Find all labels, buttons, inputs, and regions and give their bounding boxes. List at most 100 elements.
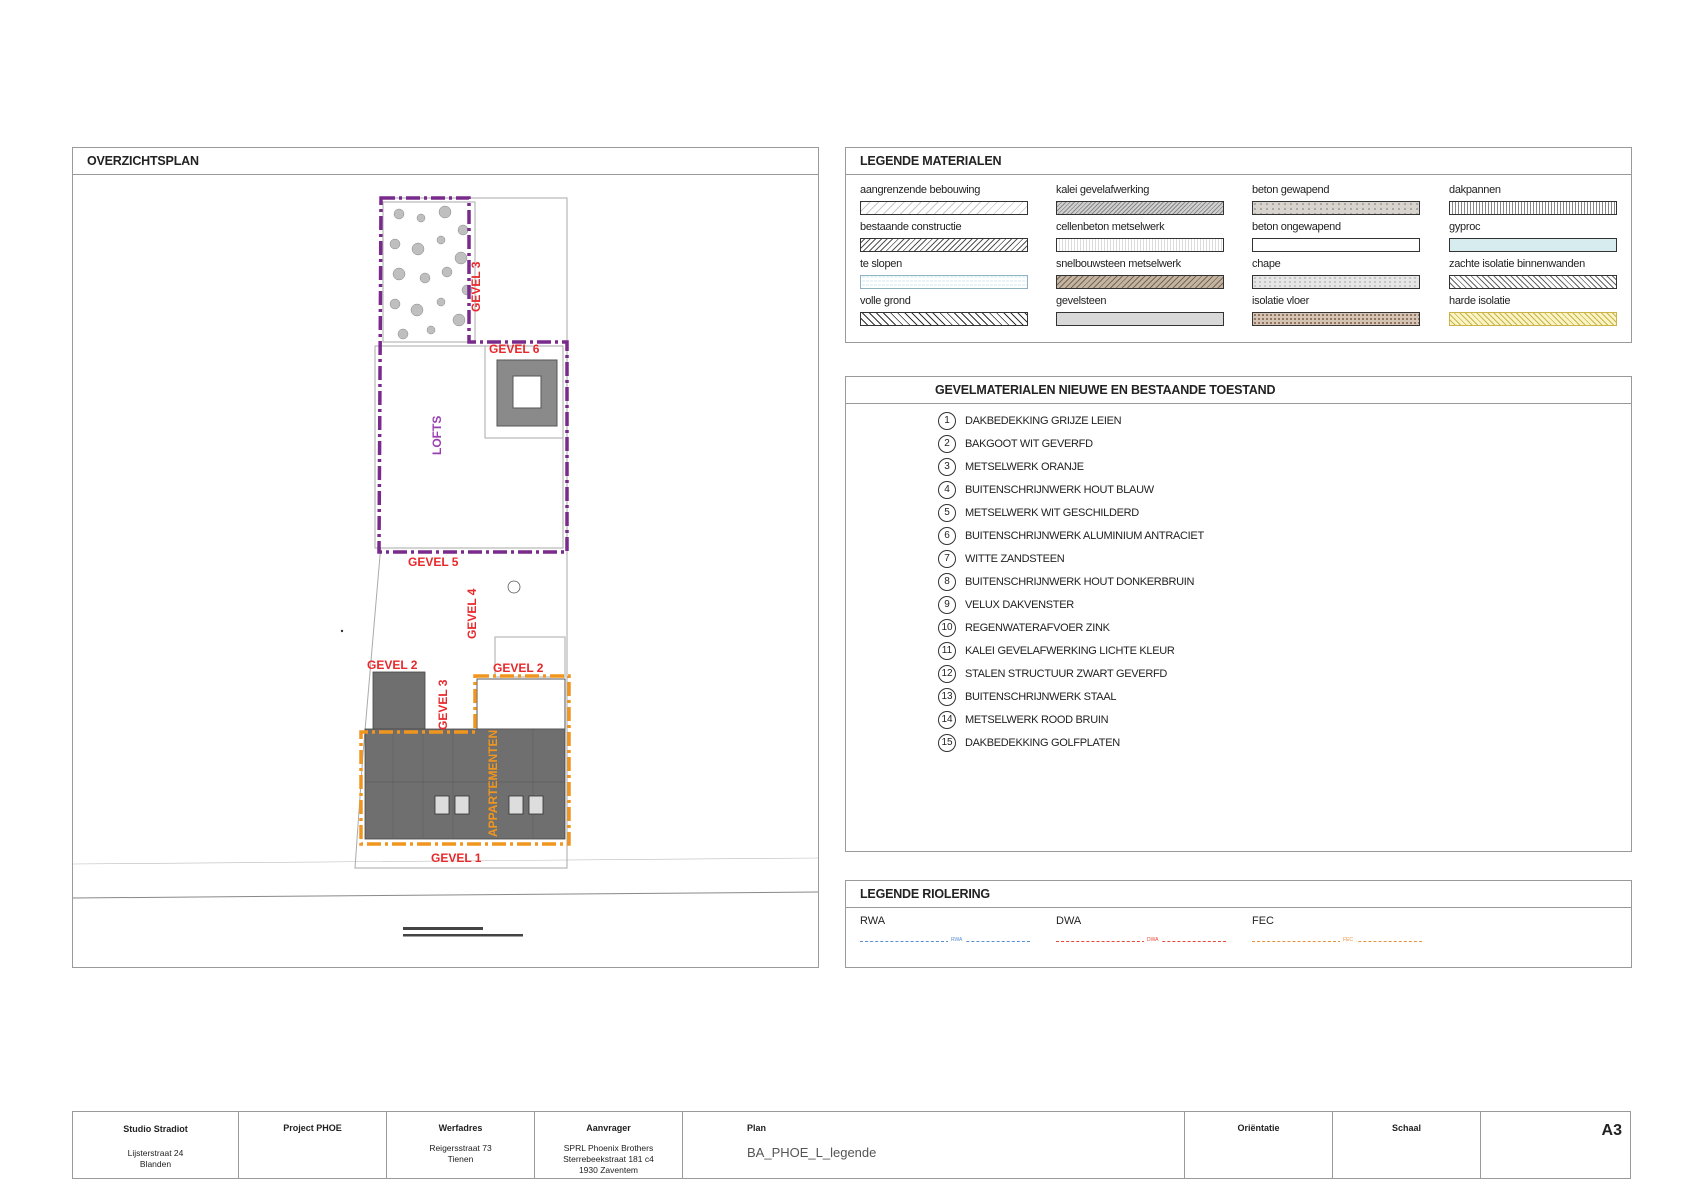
material-isolatie-vloer: isolatie vloer [1252, 295, 1422, 326]
swatch [1449, 275, 1617, 289]
project-cell: Project PHOE [239, 1112, 387, 1178]
site-plan: GEVEL 3 GEVEL 6 LOFTS GEVEL 5 GEVEL 4 GE… [73, 196, 818, 937]
facade-item-text: BUITENSCHRIJNWERK ALUMINIUM ANTRACIET [965, 530, 1204, 542]
studio-name: Studio Stradiot [123, 1124, 188, 1134]
material-bestaande-constructie: bestaande constructie [860, 221, 1030, 252]
number-badge-icon: 9 [938, 596, 956, 614]
facade-item: 13 BUITENSCHRIJNWERK STAAL [938, 687, 1117, 707]
facade-item-text: REGENWATERAFVOER ZINK [965, 622, 1110, 634]
schaal-cell: Schaal [1333, 1112, 1481, 1178]
orientatie-cell: Oriëntatie [1185, 1112, 1333, 1178]
street-line [73, 891, 818, 899]
material-aangrenzende-bebouwing: aangrenzende bebouwing [860, 184, 1030, 215]
number-badge-icon: 1 [938, 412, 956, 430]
material-gevelsteen: gevelsteen [1056, 295, 1226, 326]
facade-item-text: STALEN STRUCTUUR ZWART GEVERFD [965, 668, 1168, 680]
label-lofts: LOFTS [430, 416, 444, 455]
swatch [1056, 238, 1224, 252]
sewer-dwa: DWA DWA [1056, 915, 1226, 947]
label-appartementen: APPARTEMENTEN [486, 730, 500, 837]
facade-item-text: DAKBEDEKKING GOLFPLATEN [965, 737, 1120, 749]
swatch [860, 312, 1028, 326]
title-block: Studio Stradiot Lijsterstraat 24 Blanden… [72, 1111, 1631, 1179]
studio-cell: Studio Stradiot Lijsterstraat 24 Blanden [73, 1112, 239, 1178]
swatch [1056, 275, 1224, 289]
facade-item-text: BUITENSCHRIJNWERK STAAL [965, 691, 1117, 703]
number-badge-icon: 2 [938, 435, 956, 453]
material-kalei: kalei gevelafwerking [1056, 184, 1226, 215]
swatch [1056, 201, 1224, 215]
facade-item-text: METSELWERK WIT GESCHILDERD [965, 507, 1139, 519]
format-cell: A3 [1481, 1112, 1630, 1178]
number-badge-icon: 10 [938, 619, 956, 637]
material-harde-isolatie: harde isolatie [1449, 295, 1619, 326]
number-badge-icon: 11 [938, 642, 956, 660]
sewer-title: LEGENDE RIOLERING [846, 881, 1631, 908]
number-badge-icon: 15 [938, 734, 956, 752]
apartment-roof [364, 728, 566, 840]
sewer-rwa: RWA RWA [860, 915, 1030, 947]
swatch [1056, 312, 1224, 326]
swatch [860, 238, 1028, 252]
dwa-line: DWA [1056, 937, 1226, 947]
facade-item: 8 BUITENSCHRIJNWERK HOUT DONKERBRUIN [938, 572, 1194, 592]
label-gevel1: GEVEL 1 [431, 851, 482, 865]
swatch [1252, 312, 1420, 326]
label-gevel4: GEVEL 4 [465, 588, 479, 639]
number-badge-icon: 5 [938, 504, 956, 522]
material-dakpannen: dakpannen [1449, 184, 1619, 215]
overview-title: OVERZICHTSPLAN [73, 148, 818, 175]
material-gyproc: gyproc [1449, 221, 1619, 252]
number-badge-icon: 3 [938, 458, 956, 476]
overview-panel: OVERZICHTSPLAN GEVEL 3 GEVEL 6 LOFTS GEV… [72, 147, 819, 968]
material-te-slopen: te slopen [860, 258, 1030, 289]
swatch [1252, 201, 1420, 215]
swatch [860, 201, 1028, 215]
number-badge-icon: 6 [938, 527, 956, 545]
facade-item: 4 BUITENSCHRIJNWERK HOUT BLAUW [938, 480, 1154, 500]
material-beton-ongewapend: beton ongewapend [1252, 221, 1422, 252]
facade-item-text: BAKGOOT WIT GEVERFD [965, 438, 1093, 450]
facade-item: 2 BAKGOOT WIT GEVERFD [938, 434, 1093, 454]
plan-cell: Plan BA_PHOE_L_legende [683, 1112, 1185, 1178]
facade-item-text: WITTE ZANDSTEEN [965, 553, 1065, 565]
paper-format: A3 [1601, 1122, 1622, 1139]
facade-item-text: VELUX DAKVENSTER [965, 599, 1074, 611]
facade-item-text: KALEI GEVELAFWERKING LICHTE KLEUR [965, 645, 1175, 657]
number-badge-icon: 7 [938, 550, 956, 568]
facade-item-text: BUITENSCHRIJNWERK HOUT BLAUW [965, 484, 1154, 496]
label-gevel3-bottom: GEVEL 3 [436, 679, 450, 730]
material-cellenbeton: cellenbeton metselwerk [1056, 221, 1226, 252]
facade-title: GEVELMATERIALEN NIEUWE EN BESTAANDE TOES… [846, 377, 1631, 404]
facade-item: 1 DAKBEDEKKING GRIJZE LEIEN [938, 411, 1122, 431]
facade-item-text: DAKBEDEKKING GRIJZE LEIEN [965, 415, 1122, 427]
material-volle-grond: volle grond [860, 295, 1030, 326]
fec-line: FEC [1252, 937, 1422, 947]
facade-item: 3 METSELWERK ORANJE [938, 457, 1084, 477]
number-badge-icon: 14 [938, 711, 956, 729]
materials-title: LEGENDE MATERIALEN [846, 148, 1631, 175]
label-gevel2-right: GEVEL 2 [493, 661, 544, 675]
number-badge-icon: 8 [938, 573, 956, 591]
label-gevel3-top: GEVEL 3 [469, 261, 483, 312]
swatch [1252, 275, 1420, 289]
facade-item: 12 STALEN STRUCTUUR ZWART GEVERFD [938, 664, 1167, 684]
facade-item: 7 WITTE ZANDSTEEN [938, 549, 1065, 569]
label-gevel2-left: GEVEL 2 [367, 658, 418, 672]
number-badge-icon: 13 [938, 688, 956, 706]
facade-panel: GEVELMATERIALEN NIEUWE EN BESTAANDE TOES… [845, 376, 1632, 852]
number-badge-icon: 12 [938, 665, 956, 683]
material-chape: chape [1252, 258, 1422, 289]
material-snelbouwsteen: snelbouwsteen metselwerk [1056, 258, 1226, 289]
werfadres-cell: Werfadres Reigersstraat 73 Tienen [387, 1112, 535, 1178]
swatch [1449, 238, 1617, 252]
facade-item-text: METSELWERK ROOD BRUIN [965, 714, 1109, 726]
swatch [1449, 312, 1617, 326]
shed-left [372, 671, 426, 731]
facade-item-text: BUITENSCHRIJNWERK HOUT DONKERBRUIN [965, 576, 1195, 588]
swatch [1449, 201, 1617, 215]
facade-item: 5 METSELWERK WIT GESCHILDERD [938, 503, 1139, 523]
facade-item: 11 KALEI GEVELAFWERKING LICHTE KLEUR [938, 641, 1175, 661]
project-name: Project PHOE [283, 1123, 342, 1133]
aanvrager-cell: Aanvrager SPRL Phoenix Brothers Sterrebe… [535, 1112, 683, 1178]
